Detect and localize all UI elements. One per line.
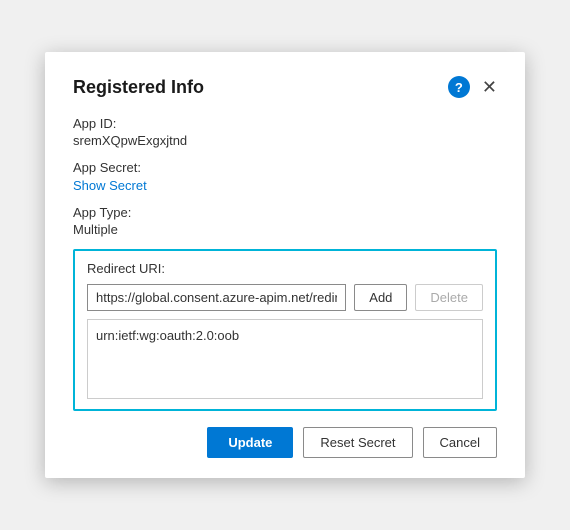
reset-secret-button[interactable]: Reset Secret (303, 427, 412, 458)
delete-button[interactable]: Delete (415, 284, 483, 311)
redirect-section: Redirect URI: Add Delete urn:ietf:wg:oau… (73, 249, 497, 411)
cancel-button[interactable]: Cancel (423, 427, 497, 458)
app-id-label: App ID: (73, 116, 497, 131)
dialog-header: Registered Info ? ✕ (73, 76, 497, 98)
app-type-value: Multiple (73, 222, 497, 237)
header-icons: ? ✕ (448, 76, 497, 98)
app-id-group: App ID: sremXQpwExgxjtnd (73, 116, 497, 148)
dialog-title: Registered Info (73, 77, 204, 98)
redirect-uri-input[interactable] (87, 284, 346, 311)
close-icon[interactable]: ✕ (482, 78, 497, 96)
redirect-list-area: urn:ietf:wg:oauth:2.0:oob (87, 319, 483, 399)
redirect-input-row: Add Delete (87, 284, 483, 311)
app-secret-label: App Secret: (73, 160, 497, 175)
show-secret-link[interactable]: Show Secret (73, 178, 147, 193)
app-id-value: sremXQpwExgxjtnd (73, 133, 497, 148)
app-type-label: App Type: (73, 205, 497, 220)
registered-info-dialog: Registered Info ? ✕ App ID: sremXQpwExgx… (45, 52, 525, 478)
add-button[interactable]: Add (354, 284, 407, 311)
help-icon[interactable]: ? (448, 76, 470, 98)
dialog-footer: Update Reset Secret Cancel (73, 427, 497, 458)
app-secret-group: App Secret: Show Secret (73, 160, 497, 193)
update-button[interactable]: Update (207, 427, 293, 458)
redirect-uri-label: Redirect URI: (87, 261, 483, 276)
list-item: urn:ietf:wg:oauth:2.0:oob (96, 328, 474, 343)
app-type-group: App Type: Multiple (73, 205, 497, 237)
